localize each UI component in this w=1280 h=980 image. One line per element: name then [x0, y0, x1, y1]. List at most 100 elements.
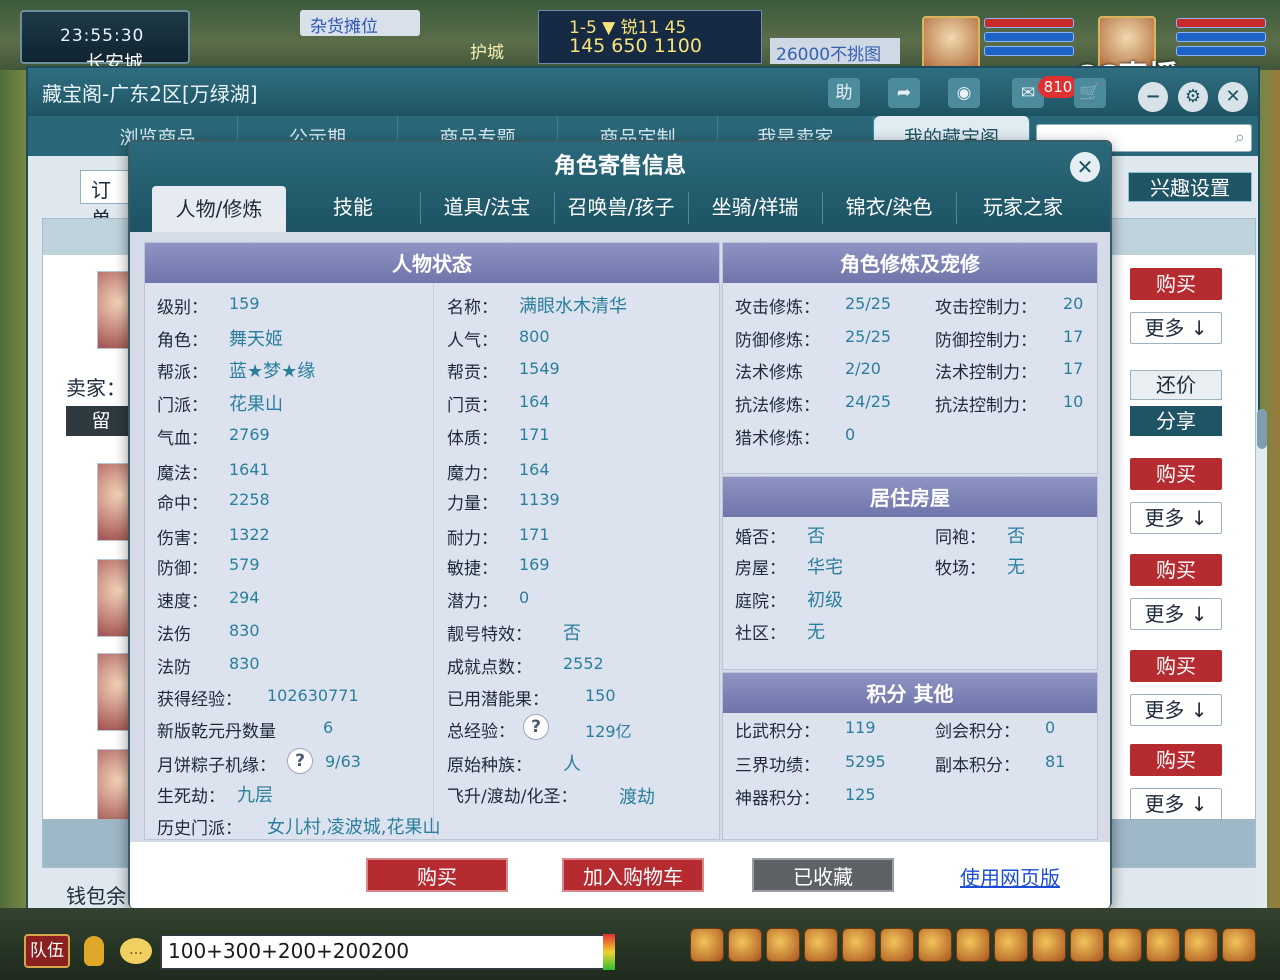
team-button[interactable]: 队伍 [24, 934, 70, 968]
stat-line-2: 145 650 1100 [569, 35, 702, 57]
chat-input[interactable]: 100+300+200+200200 [160, 934, 605, 970]
friends-icon[interactable] [842, 928, 876, 962]
listing-more-button[interactable]: 更多 ↓ [1130, 694, 1222, 726]
system-icon[interactable] [1222, 928, 1256, 962]
sword-icon[interactable] [690, 928, 724, 962]
help-icon[interactable]: 助 [828, 78, 860, 108]
stat-value: 294 [229, 588, 260, 607]
cart-icon[interactable]: 🛒 [1074, 78, 1106, 108]
chat-bubble-icon[interactable]: … [120, 938, 152, 964]
listing-scrollbar[interactable] [1257, 409, 1267, 979]
stat-label: 法防 [157, 658, 191, 678]
scroll-icon[interactable] [766, 928, 800, 962]
house-value: 无 [1007, 557, 1025, 578]
house-value: 否 [1007, 526, 1025, 547]
stall-banner[interactable]: 杂货摊位 [300, 10, 420, 37]
pills-label: 新版乾元丹数量 [157, 722, 276, 742]
character-status-heading: 人物状态 [145, 243, 719, 283]
tab-mounts[interactable]: 坐骑/祥瑞 [688, 184, 822, 232]
listing-buy-button[interactable]: 购买 [1130, 458, 1222, 490]
tab-pets[interactable]: 召唤兽/孩子 [554, 184, 688, 232]
stat-value: 800 [519, 327, 550, 346]
listing-more-button[interactable]: 更多 ↓ [1130, 598, 1222, 630]
interest-settings-button[interactable]: 兴趣设置 [1128, 172, 1252, 202]
flag-icon[interactable] [956, 928, 990, 962]
map-icon[interactable] [918, 928, 952, 962]
character-status-panel: 人物状态 级别： 159 角色： 舞天姬 帮派： 蓝★梦★缘 门派： 花果山 气… [144, 242, 720, 840]
stat-value: 579 [229, 555, 260, 574]
points-value: 5295 [845, 752, 886, 771]
stat-value: 1139 [519, 490, 560, 509]
stat-value: 2769 [229, 425, 270, 444]
stat-label: 成就点数： [447, 658, 532, 678]
lantern-icon[interactable] [804, 928, 838, 962]
record-icon[interactable]: ◉ [948, 78, 980, 108]
dialog-tabs: 人物/修炼 技能 道具/法宝 召唤兽/孩子 坐骑/祥瑞 锦衣/染色 玩家之家 [130, 184, 1110, 232]
cultivation-label: 攻击修炼： [735, 298, 820, 318]
settings-gear-icon[interactable]: ⚙ [1178, 82, 1208, 112]
ascend-label: 飞升/渡劫/化圣： [447, 787, 578, 807]
tab-player-home[interactable]: 玩家之家 [956, 184, 1090, 232]
tiger-icon[interactable] [880, 928, 914, 962]
add-to-cart-button[interactable]: 加入购物车 [562, 858, 704, 892]
tab-items[interactable]: 道具/法宝 [420, 184, 554, 232]
help-question-icon[interactable]: ? [523, 714, 549, 740]
buy-button[interactable]: 购买 [366, 858, 508, 892]
points-value: 81 [1045, 752, 1066, 771]
microphone-icon[interactable] [84, 936, 104, 966]
total-exp-value: 129亿 [585, 722, 632, 741]
stat-label: 潜力： [447, 592, 498, 612]
exp-label: 获得经验： [157, 690, 242, 710]
game-clock: 23:55:30 [60, 26, 145, 46]
leave-message-button[interactable]: 留 [66, 406, 136, 436]
share-arrow-icon[interactable]: ➦ [888, 78, 920, 108]
listing-buy-button[interactable]: 购买 [1130, 554, 1222, 586]
stat-value: 否 [563, 623, 581, 644]
house-label: 庭院： [735, 592, 786, 612]
dialog-close-icon[interactable]: ✕ [1070, 152, 1100, 182]
stat-label: 名称： [447, 298, 498, 318]
price-banner[interactable]: 26000不挑图 [770, 38, 900, 65]
coin-icon[interactable] [1146, 928, 1180, 962]
house-heading: 居住房屋 [723, 477, 1097, 517]
listing-buy-button[interactable]: 购买 [1130, 268, 1222, 300]
notification-badge: 810 [1038, 76, 1078, 98]
race-label: 原始种族： [447, 756, 532, 776]
minimize-icon[interactable]: − [1138, 82, 1168, 112]
points-label: 副本积分： [935, 756, 1020, 776]
fish-icon[interactable] [1070, 928, 1104, 962]
bell-icon[interactable] [994, 928, 1028, 962]
peach-icon[interactable] [1108, 928, 1142, 962]
stat-value: 2552 [563, 654, 604, 673]
help-question-icon[interactable]: ? [287, 748, 313, 774]
cultivation-label: 防御修炼： [735, 331, 820, 351]
stat-label: 门贡： [447, 396, 498, 416]
control-value: 17 [1063, 327, 1084, 346]
listing-more-button[interactable]: 更多 ↓ [1130, 502, 1222, 534]
dialog-footer: 购买 加入购物车 已收藏 使用网页版 [130, 842, 1110, 908]
stat-label: 级别： [157, 298, 208, 318]
listing-buy-button[interactable]: 购买 [1130, 650, 1222, 682]
stat-label: 体质： [447, 429, 498, 449]
tab-character[interactable]: 人物/修炼 [152, 186, 286, 232]
tab-skills[interactable]: 技能 [286, 184, 420, 232]
book-icon[interactable] [1032, 928, 1066, 962]
search-icon[interactable]: ⌕ [1235, 127, 1245, 148]
share-button[interactable]: 分享 [1130, 406, 1222, 436]
treasure-chest-icon[interactable] [728, 928, 762, 962]
tab-outfits[interactable]: 锦衣/染色 [822, 184, 956, 232]
house-value: 初级 [807, 590, 843, 611]
listing-more-button[interactable]: 更多 ↓ [1130, 312, 1222, 344]
listing-more-button[interactable]: 更多 ↓ [1130, 788, 1222, 820]
stat-label: 耐力： [447, 529, 498, 549]
pet-avatar[interactable] [922, 16, 980, 70]
close-window-icon[interactable]: ✕ [1218, 82, 1248, 112]
favorited-button[interactable]: 已收藏 [752, 858, 894, 892]
stat-label: 门派： [157, 396, 208, 416]
exp-value: 102630771 [267, 686, 359, 705]
points-label: 剑会积分： [935, 722, 1020, 742]
bargain-button[interactable]: 还价 [1130, 370, 1222, 400]
gift-icon[interactable] [1184, 928, 1218, 962]
listing-buy-button[interactable]: 购买 [1130, 744, 1222, 776]
web-version-link[interactable]: 使用网页版 [960, 862, 1060, 891]
